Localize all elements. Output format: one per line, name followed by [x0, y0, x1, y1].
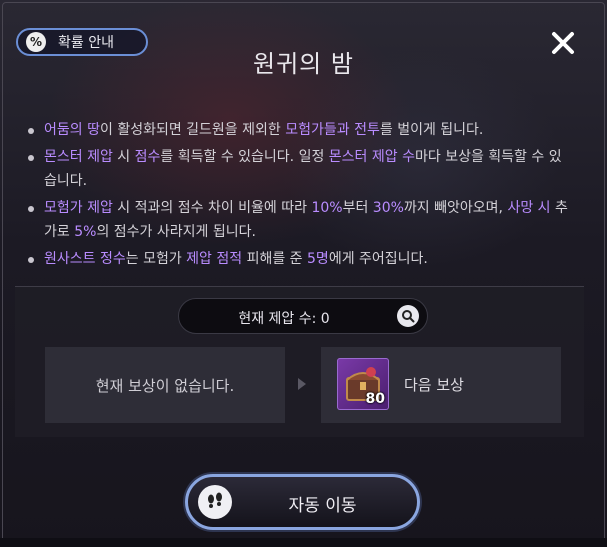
highlight-text: 몬스터 제압 수 — [328, 149, 415, 165]
description-text: 의 점수가 사라지게 됩니다. — [96, 224, 256, 240]
highlight-text: 5명 — [307, 251, 329, 267]
highlight-text: 원사스트 정수 — [44, 251, 126, 267]
description-list: 어둠의 땅이 활성화되면 길드원을 제외한 모험가들과 전투를 벌이게 됩니다.… — [28, 118, 568, 286]
footprints-icon — [198, 485, 232, 519]
description-text: 를 획득할 수 있습니다. 일정 — [160, 149, 329, 165]
close-icon — [552, 32, 574, 54]
highlight-text: 모험가들과 전투 — [285, 122, 380, 138]
description-text: 시 — [112, 149, 135, 165]
search-icon[interactable] — [397, 305, 419, 327]
next-reward-label: 다음 보상 — [404, 376, 464, 394]
description-text: 에게 주어집니다. — [328, 251, 428, 267]
description-text: 를 벌이게 됩니다. — [379, 122, 484, 138]
highlight-text: 30% — [372, 200, 404, 216]
description-text: 이 활성화되면 길드원을 제외한 — [99, 122, 286, 138]
highlight-text: 사망 시 — [507, 200, 551, 216]
highlight-text: 5% — [74, 224, 97, 240]
current-reward-box: 현재 보상이 없습니다. — [45, 347, 285, 423]
highlight-text: 제압 점적 — [186, 251, 243, 267]
description-item: 어둠의 땅이 활성화되면 길드원을 제외한 모험가들과 전투를 벌이게 됩니다. — [28, 118, 568, 142]
description-text: 부터 — [342, 200, 373, 216]
dialog-title: 원귀의 밤 — [253, 50, 354, 78]
suppress-count-field: 현재 제압 수: 0 — [178, 298, 428, 334]
description-text: 피해를 준 — [242, 251, 308, 267]
description-text: 시 적과의 점수 차이 비율에 따라 — [112, 200, 312, 216]
arrow-right-icon — [298, 378, 306, 390]
bottom-strip — [0, 538, 607, 547]
highlight-text: 점수 — [134, 149, 161, 165]
reward-quantity: 80 — [365, 391, 385, 407]
description-text: 는 모험가 — [125, 251, 187, 267]
auto-move-button[interactable]: 자동 이동 — [185, 474, 420, 530]
highlight-text: 모험가 제압 — [44, 200, 113, 216]
description-item: 원사스트 정수는 모험가 제압 점적 피해를 준 5명에게 주어집니다. — [28, 247, 568, 271]
close-button[interactable] — [550, 30, 576, 56]
highlight-text: 어둠의 땅 — [44, 122, 100, 138]
description-text: 까지 빼앗아오며, — [403, 200, 508, 216]
auto-move-label: 자동 이동 — [288, 496, 357, 516]
reward-chest-icon[interactable]: 80 — [337, 358, 389, 410]
highlight-text: 10% — [311, 200, 343, 216]
suppress-count-text: 현재 제압 수: 0 — [238, 311, 330, 327]
description-item: 모험가 제압 시 적과의 점수 차이 비율에 따라 10%부터 30%까지 빼앗… — [28, 196, 568, 244]
description-item: 몬스터 제압 시 점수를 획득할 수 있습니다. 일정 몬스터 제압 수마다 보… — [28, 145, 568, 193]
highlight-text: 몬스터 제압 — [44, 149, 113, 165]
